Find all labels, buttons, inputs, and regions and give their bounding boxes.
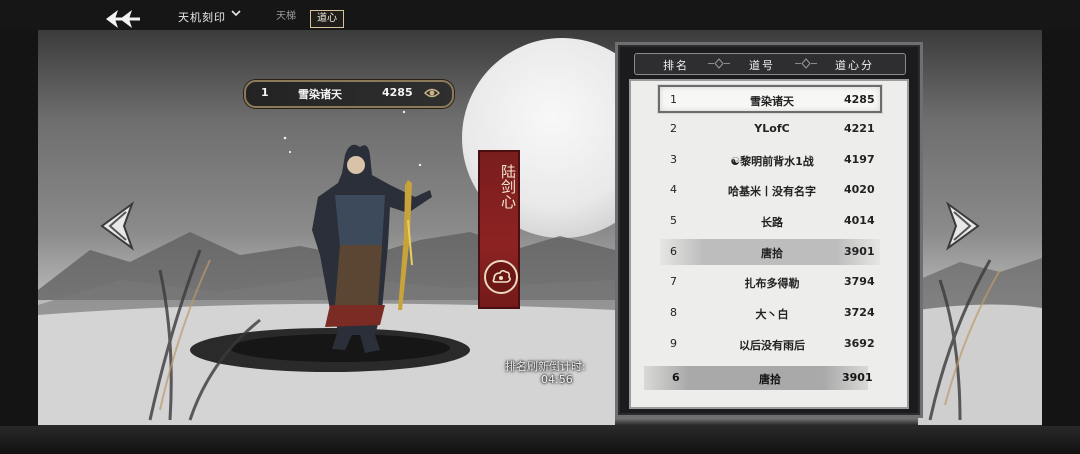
breadcrumb[interactable]: 天机刻印: [178, 9, 226, 25]
leaderboard-row-4[interactable]: 4 哈基米丨没有名字 4020: [660, 177, 880, 203]
own-rank: 6: [672, 371, 680, 384]
tab-daoxin[interactable]: 道心: [310, 10, 344, 28]
back-arrow-icon[interactable]: [98, 6, 142, 32]
row-rank: 8: [670, 306, 677, 319]
leaderboard-row-9[interactable]: 9 以后没有雨后 3692: [660, 331, 880, 357]
leaderboard-row-7[interactable]: 7 扎布多得勒 3794: [660, 269, 880, 295]
diamond-ornament-icon: [708, 58, 730, 69]
row-name: YLofC: [754, 122, 790, 135]
character-name-banner: 陆剑心: [478, 150, 520, 309]
row-rank: 9: [670, 337, 677, 350]
arrow-left-icon[interactable]: [92, 196, 140, 256]
chevron-down-icon[interactable]: [231, 8, 241, 18]
diamond-ornament-icon: [795, 58, 817, 69]
header-score: 道心分: [835, 59, 874, 72]
selected-player-chip[interactable]: 1 雪染诸天 4285: [244, 80, 454, 108]
leaderboard-row-6[interactable]: 6 唐拾 3901: [660, 239, 880, 265]
row-score: 3901: [844, 245, 875, 258]
chip-score: 4285: [382, 86, 413, 99]
leaderboard-row-8[interactable]: 8 大丶白 3724: [660, 300, 880, 326]
row-rank: 5: [670, 214, 677, 227]
row-name: 长路: [761, 216, 783, 229]
character-figure[interactable]: [290, 135, 440, 365]
row-score: 4285: [844, 93, 875, 106]
own-name: 唐拾: [759, 373, 781, 386]
row-name: 大丶白: [755, 308, 789, 321]
row-rank: 6: [670, 245, 677, 258]
own-rank-row[interactable]: 6 唐拾 3901: [644, 366, 873, 390]
row-name: 以后没有雨后: [739, 339, 805, 352]
row-rank: 4: [670, 183, 677, 196]
leaderboard-row-5[interactable]: 5 长路 4014: [660, 208, 880, 234]
leaderboard-row-1[interactable]: 1 雪染诸天 4285: [658, 85, 882, 113]
row-score: 3794: [844, 275, 875, 288]
eye-emblem-icon: [424, 88, 440, 98]
row-score: 4221: [844, 122, 875, 135]
arrow-right-icon[interactable]: [940, 196, 988, 256]
row-score: 4014: [844, 214, 875, 227]
row-score: 4197: [844, 153, 875, 166]
row-rank: 1: [670, 93, 677, 106]
row-name: 雪染诸天: [750, 95, 794, 108]
refresh-countdown-time: 04:56: [541, 373, 573, 386]
chip-name: 雪染诸天: [298, 88, 342, 101]
row-name: 唐拾: [761, 247, 783, 260]
header-name: 道号: [749, 59, 775, 72]
tab-tianti[interactable]: 天梯: [270, 9, 302, 25]
row-rank: 2: [670, 122, 677, 135]
row-name: 哈基米丨没有名字: [728, 185, 816, 198]
banner-title: 陆剑心: [499, 164, 517, 209]
game-screen: 天机刻印 天梯 道心 1 雪染诸天 4285 陆剑心 排名刷新倒计时: 04:5…: [0, 0, 1080, 454]
row-name: ☯黎明前背水1战: [730, 155, 814, 168]
row-rank: 3: [670, 153, 677, 166]
leaderboard-header: 排名 道号 道心分: [634, 53, 906, 75]
chip-rank: 1: [261, 86, 269, 99]
row-score: 3724: [844, 306, 875, 319]
header-rank: 排名: [663, 59, 689, 72]
leaderboard-row-2[interactable]: 2 YLofC 4221: [660, 116, 880, 142]
right-frame: [1042, 28, 1080, 426]
row-rank: 7: [670, 275, 677, 288]
row-score: 4020: [844, 183, 875, 196]
row-score: 3692: [844, 337, 875, 350]
left-frame: [0, 28, 38, 426]
top-bar: 天机刻印 天梯 道心: [0, 0, 1080, 30]
row-name: 扎布多得勒: [744, 277, 800, 290]
cloud-emblem-icon: [484, 260, 518, 294]
leaderboard-row-3[interactable]: 3 ☯黎明前背水1战 4197: [660, 147, 880, 173]
own-score: 3901: [842, 371, 873, 384]
refresh-countdown-label: 排名刷新倒计时:: [505, 360, 586, 373]
